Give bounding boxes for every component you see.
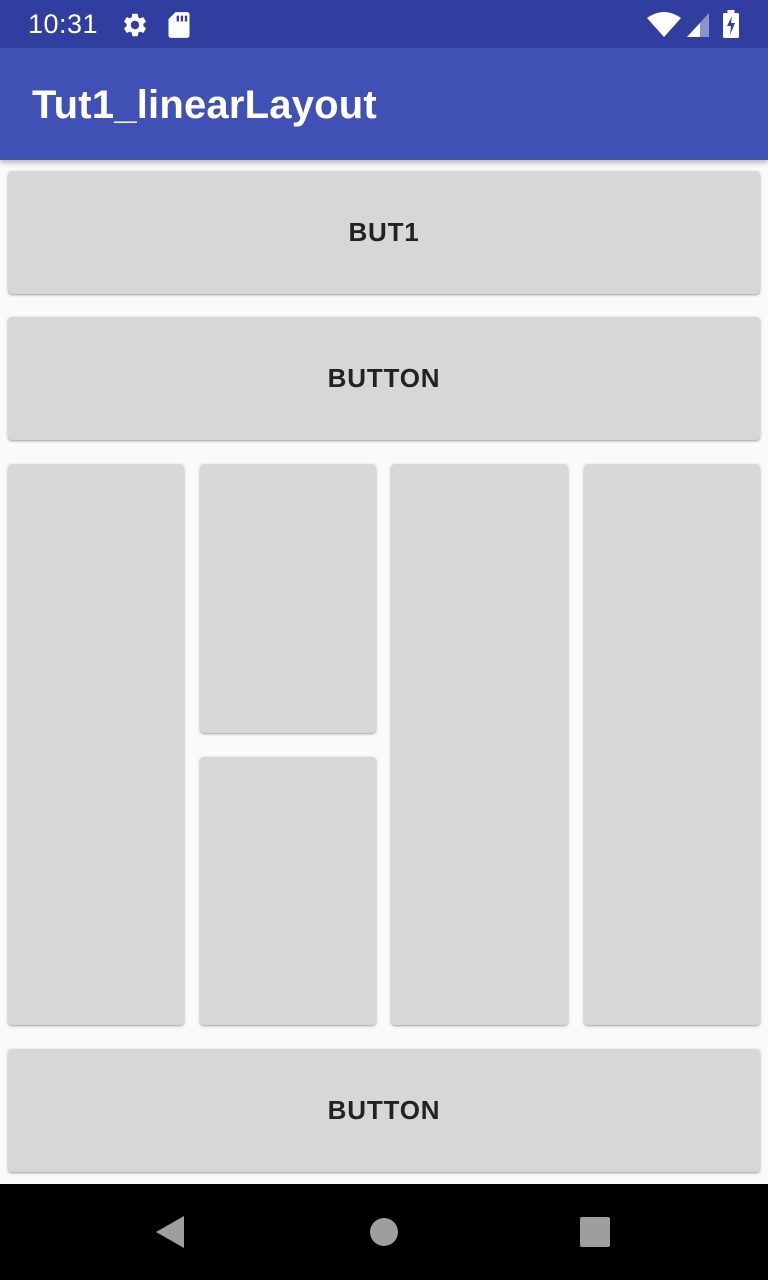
wifi-icon [647, 12, 681, 37]
cell-signal-icon [687, 13, 709, 37]
app-title: Tut1_linearLayout [32, 83, 377, 127]
column-2-top-button[interactable] [200, 464, 376, 733]
status-bar: 10:31 [0, 0, 768, 48]
column-1-button[interactable] [8, 464, 184, 1025]
navigation-bar [0, 1184, 768, 1280]
screen: 10:31 Tut1_linearLayout BUT1 BUTTON BUTT… [0, 0, 768, 1280]
column-4-button[interactable] [584, 464, 760, 1025]
sd-card-icon [168, 12, 190, 38]
column-3-button[interactable] [391, 464, 568, 1025]
home-icon[interactable] [367, 1215, 401, 1249]
column-2-bottom-button[interactable] [200, 757, 376, 1025]
recents-icon[interactable] [578, 1215, 612, 1249]
but1-button[interactable]: BUT1 [8, 171, 760, 294]
back-icon[interactable] [154, 1214, 186, 1250]
button-2[interactable]: BUTTON [8, 317, 760, 440]
status-time: 10:31 [28, 9, 99, 39]
app-bar: Tut1_linearLayout [0, 48, 768, 160]
battery-charging-icon [723, 10, 739, 38]
button-3[interactable]: BUTTON [8, 1049, 760, 1172]
gear-icon [124, 13, 146, 37]
